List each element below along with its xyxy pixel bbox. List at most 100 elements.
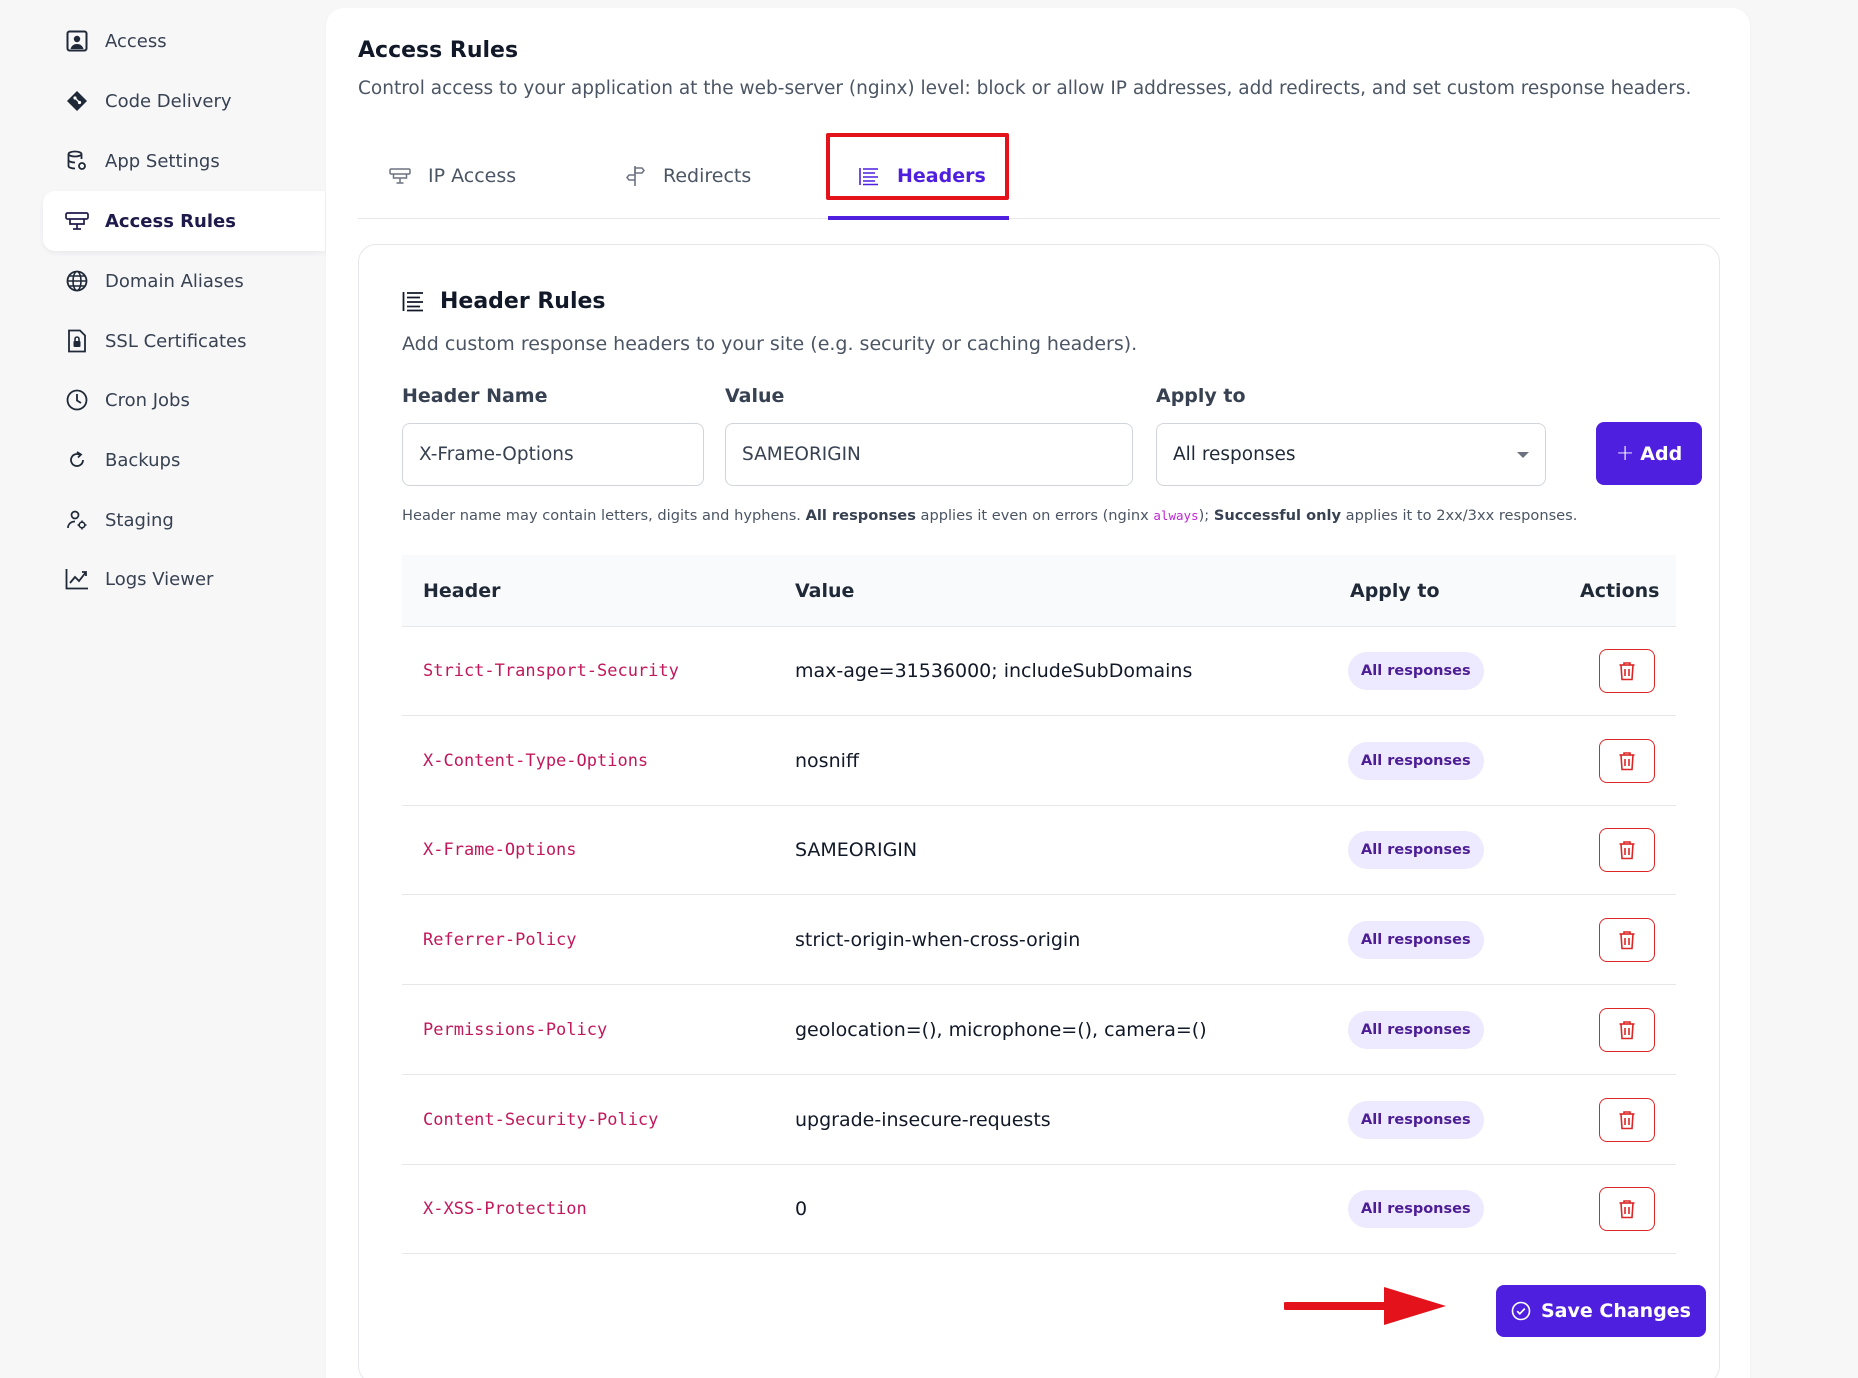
chart-line-icon (65, 567, 89, 591)
hint-text: applies it to 2xx/3xx responses. (1341, 507, 1578, 524)
header-name-cell: X-Content-Type-Options (423, 750, 649, 771)
check-circle-icon (1511, 1301, 1531, 1321)
table-row: X-Content-Type-Options nosniff All respons… (402, 717, 1676, 806)
sidebar-item-label: Code Delivery (105, 90, 232, 112)
apply-to-select[interactable]: All responses (1156, 423, 1546, 486)
header-name-label: Header Name (402, 385, 548, 407)
delete-row-button[interactable] (1599, 649, 1655, 693)
delete-row-button[interactable] (1599, 828, 1655, 873)
column-header: Apply to (1350, 580, 1440, 602)
tab-bar: IP Access Redirects Headers (358, 132, 1720, 220)
header-value-cell: max-age=31536000; includeSubDomains (795, 660, 1193, 682)
sidebar-item-label: Backups (105, 449, 181, 471)
sidebar-item-label: Logs Viewer (105, 568, 214, 590)
add-header-button[interactable]: + Add (1596, 422, 1702, 485)
filter-icon (388, 164, 412, 188)
trash-icon (1618, 661, 1636, 681)
delete-row-button[interactable] (1599, 1007, 1655, 1052)
apply-to-badge: All responses (1348, 921, 1484, 960)
header-name-cell: X-XSS-Protection (423, 1199, 587, 1220)
refresh-icon (65, 448, 89, 472)
apply-to-badge: All responses (1348, 652, 1484, 690)
sidebar-item-logs-viewer[interactable]: Logs Viewer (43, 549, 325, 609)
header-value-cell: upgrade-insecure-requests (795, 1108, 1051, 1131)
trash-icon (1618, 1199, 1636, 1219)
hint-bold: All responses (805, 507, 916, 524)
plus-icon: + (1615, 441, 1635, 466)
sidebar-item-label: Cron Jobs (105, 389, 190, 411)
sidebar-item-ssl-certificates[interactable]: SSL Certificates (43, 311, 325, 371)
sidebar-item-label: Access Rules (105, 210, 236, 232)
table-row: Permissions-Policy geolocation=(), microp… (402, 986, 1676, 1075)
save-button-label: Save Changes (1540, 1300, 1691, 1322)
apply-to-badge: All responses (1348, 1010, 1484, 1049)
table-header: Header Value Apply to Actions (402, 555, 1676, 627)
header-value-cell: 0 (795, 1198, 808, 1221)
hint-bold: Successful only (1213, 507, 1342, 524)
tab-redirects[interactable]: Redirects (623, 132, 751, 219)
main-panel: Access Rules Control access to your appl… (326, 8, 1750, 1378)
header-name-cell: Referrer-Policy (423, 930, 577, 951)
hint-text: ); (1198, 507, 1214, 524)
header-value-input[interactable] (725, 423, 1133, 486)
apply-to-label: Apply to (1156, 385, 1246, 407)
user-square-icon (65, 29, 89, 53)
clock-icon (65, 388, 89, 412)
trash-icon (1618, 751, 1636, 771)
table-row: X-XSS-Protection 0 All responses (402, 1165, 1676, 1255)
header-value-cell: SAMEORIGIN (795, 839, 918, 862)
page-title: Access Rules (358, 38, 519, 63)
column-header: Value (795, 580, 855, 602)
header-name-cell: Permissions-Policy (423, 1019, 608, 1040)
sidebar-item-access[interactable]: Access (43, 11, 325, 71)
tab-ip-access[interactable]: IP Access (388, 132, 516, 219)
delete-row-button[interactable] (1599, 1097, 1655, 1142)
card-subtitle: Add custom response headers to your site… (402, 333, 1138, 355)
table-row: X-Frame-Options SAMEORIGIN All responses (402, 806, 1676, 896)
sidebar-item-domain-aliases[interactable]: Domain Aliases (43, 251, 325, 311)
apply-to-badge: All responses (1348, 1100, 1484, 1139)
header-name-cell: Content-Security-Policy (423, 1109, 659, 1130)
headers-tab-highlight (826, 133, 1009, 200)
header-name-input[interactable] (402, 423, 704, 486)
header-value-cell: strict-origin-when-cross-origin (795, 929, 1081, 952)
apply-to-badge: All responses (1348, 1190, 1484, 1229)
sidebar: Access Code Delivery App Settings Access… (0, 0, 325, 1378)
active-tab-indicator (828, 216, 1009, 220)
header-value-cell: geolocation=(), microphone=(), camera=() (795, 1018, 1207, 1041)
trash-icon (1618, 1110, 1636, 1130)
apply-to-selected: All responses (1173, 444, 1296, 465)
sidebar-item-access-rules[interactable]: Access Rules (43, 191, 325, 251)
hint-code: always (1153, 508, 1199, 523)
card-title: Header Rules (402, 288, 606, 314)
column-header: Actions (1580, 580, 1660, 602)
table-row: Strict-Transport-Security max-age=3153600… (402, 627, 1676, 716)
sidebar-item-cron-jobs[interactable]: Cron Jobs (43, 370, 325, 430)
sidebar-item-label: App Settings (105, 150, 220, 172)
sidebar-item-label: Domain Aliases (105, 270, 244, 292)
user-gear-icon (65, 508, 89, 532)
lock-file-icon (65, 329, 89, 353)
sidebar-item-label: Access (105, 30, 167, 52)
page-subtitle: Control access to your application at th… (358, 78, 1692, 99)
arrow-right-icon (1284, 1287, 1446, 1325)
header-rules-card: Header Rules Add custom response headers… (358, 244, 1720, 1378)
globe-icon (65, 269, 89, 293)
form-hint: Header name may contain letters, digits … (402, 507, 1577, 524)
tab-label: IP Access (428, 164, 517, 187)
sidebar-item-code-delivery[interactable]: Code Delivery (43, 71, 325, 131)
save-changes-button[interactable]: Save Changes (1496, 1285, 1706, 1337)
sidebar-item-backups[interactable]: Backups (43, 430, 325, 490)
list-icon (402, 288, 428, 314)
delete-row-button[interactable] (1599, 1187, 1655, 1232)
sidebar-item-app-settings[interactable]: App Settings (43, 131, 325, 191)
git-diamond-icon (65, 89, 89, 113)
table-row: Content-Security-Policy upgrade-insecure-… (402, 1076, 1676, 1165)
sidebar-item-staging[interactable]: Staging (43, 490, 325, 550)
card-title-text: Header Rules (440, 288, 606, 314)
signpost-icon (623, 164, 647, 188)
delete-row-button[interactable] (1599, 738, 1655, 783)
tab-label: Redirects (663, 164, 752, 187)
chevron-down-icon (1517, 451, 1529, 458)
delete-row-button[interactable] (1599, 918, 1655, 963)
